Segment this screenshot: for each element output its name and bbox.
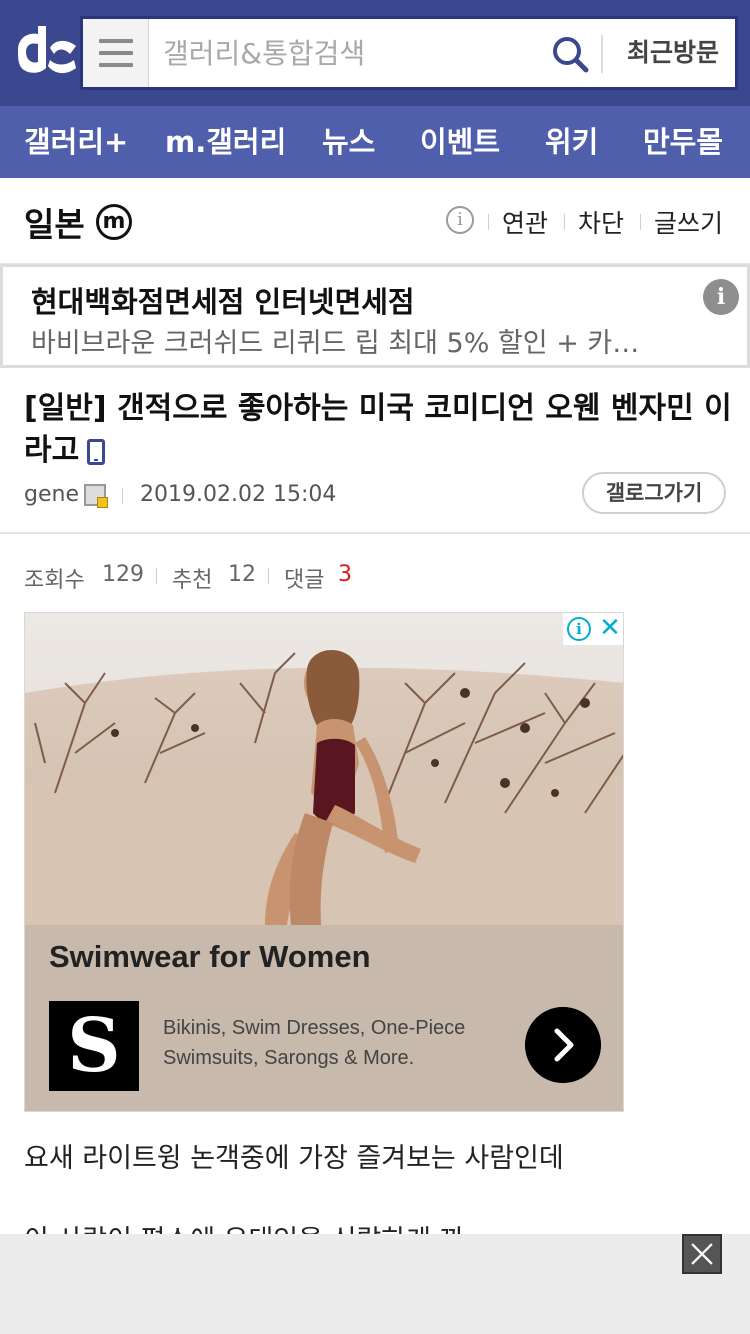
brand-logo[interactable]: S xyxy=(49,1001,139,1091)
nav-item-mandumall[interactable]: 만두몰 xyxy=(643,106,723,178)
mobile-icon xyxy=(87,438,106,465)
gallog-button[interactable]: 갤로그가기 xyxy=(582,472,726,514)
divider xyxy=(564,214,565,230)
image-ad[interactable]: i ✕ Swimwear for Women S Bikinis, Swim D… xyxy=(24,612,624,1112)
reply-label: 댓글 xyxy=(284,568,325,593)
divider xyxy=(122,488,123,504)
gallery-title[interactable]: 일본 xyxy=(24,198,85,246)
adchoice-close-icon[interactable]: ✕ xyxy=(597,614,623,642)
menu-button[interactable] xyxy=(83,19,149,87)
recommend-count: 12 xyxy=(228,562,256,587)
views-count: 129 xyxy=(102,562,144,587)
post-body-line: 요새 라이트윙 논객중에 가장 즐겨보는 사람인데 xyxy=(24,1143,564,1174)
divider xyxy=(640,214,641,230)
write-link[interactable]: 글쓰기 xyxy=(654,204,723,240)
reply-count[interactable]: 3 xyxy=(338,562,352,587)
post-title-text: [일반] 갠적으로 좋아하는 미국 코미디언 오웬 벤자민 이라고 xyxy=(24,391,732,468)
divider xyxy=(488,214,489,230)
post-stats: 조회수 129 추천 12 댓글 3 xyxy=(24,562,524,593)
gallery-title-row: 일본 m i 연관 차단 글쓰기 xyxy=(0,178,750,264)
ad-title[interactable]: 현대백화점면세점 인터넷면세점 xyxy=(31,279,415,321)
bottom-ad-banner[interactable] xyxy=(0,1234,750,1334)
adchoice-panel[interactable]: i ✕ xyxy=(563,613,623,645)
divider xyxy=(156,568,157,584)
ad-description[interactable]: 바비브라운 크러쉬드 리퀴드 립 최대 5% 할인 + 카… xyxy=(31,321,671,360)
dc-logo[interactable] xyxy=(10,24,78,80)
nav-item-m-gallery[interactable]: m.갤러리 xyxy=(165,106,286,178)
nav-item-event[interactable]: 이벤트 xyxy=(420,106,500,178)
post-title: [일반] 갠적으로 좋아하는 미국 코미디언 오웬 벤자민 이라고 xyxy=(24,388,734,472)
recent-visit-button[interactable]: 최근방문 xyxy=(613,19,733,87)
author-name[interactable]: gene xyxy=(24,482,79,507)
text-ad-banner[interactable]: 현대백화점면세점 인터넷면세점 바비브라운 크러쉬드 리퀴드 립 최대 5% 할… xyxy=(0,264,750,368)
nav-item-gallery-plus[interactable]: 갤러리+ xyxy=(24,106,128,178)
adchoice-info-icon[interactable]: i xyxy=(567,617,591,641)
search-divider xyxy=(601,35,603,73)
ad-photo[interactable] xyxy=(25,613,624,925)
related-link[interactable]: 연관 xyxy=(502,204,548,240)
nav-item-news[interactable]: 뉴스 xyxy=(322,106,375,178)
block-link[interactable]: 차단 xyxy=(578,204,624,240)
hamburger-icon-line xyxy=(99,51,133,55)
hamburger-icon-line xyxy=(99,39,133,43)
search-box: 최근방문 xyxy=(80,16,738,90)
minor-gallery-mark: m xyxy=(96,204,132,240)
fixed-nick-icon xyxy=(84,484,108,508)
ad-headline[interactable]: Swimwear for Women xyxy=(49,939,371,975)
nav-item-wiki[interactable]: 위키 xyxy=(545,106,598,178)
close-icon[interactable] xyxy=(682,1234,722,1274)
divider xyxy=(0,532,750,534)
ad-info-icon[interactable]: i xyxy=(703,279,739,315)
post-date: 2019.02.02 15:04 xyxy=(140,482,337,507)
views-label: 조회수 xyxy=(24,568,85,593)
main-nav: 갤러리+ m.갤러리 뉴스 이벤트 위키 만두몰 xyxy=(0,106,750,178)
chevron-right-icon[interactable] xyxy=(525,1007,601,1083)
search-icon[interactable] xyxy=(551,35,589,73)
search-input[interactable] xyxy=(163,31,533,75)
divider xyxy=(268,568,269,584)
ad-body-text[interactable]: Bikinis, Swim Dresses, One-Piece Swimsui… xyxy=(163,1013,503,1073)
recommend-label: 추천 xyxy=(172,568,213,593)
top-header: 최근방문 xyxy=(0,0,750,106)
hamburger-icon-line xyxy=(99,63,133,67)
info-icon[interactable]: i xyxy=(446,206,474,234)
